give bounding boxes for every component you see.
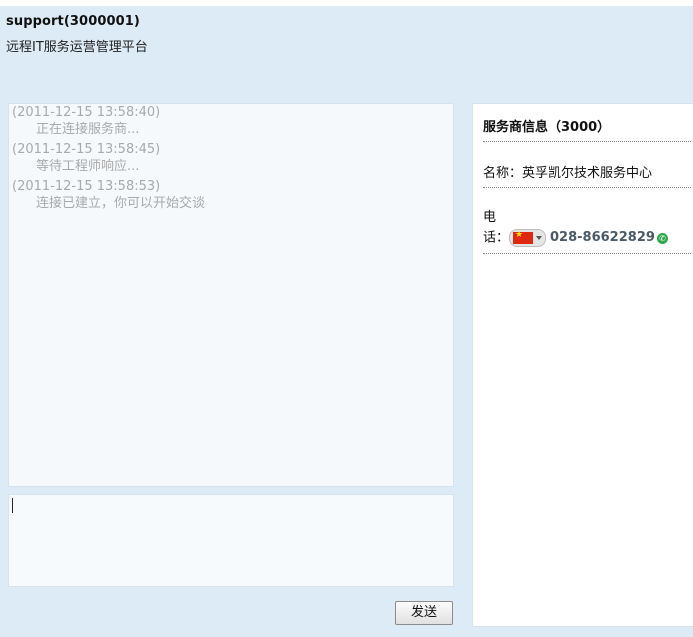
phone-label: 话： [483,230,510,246]
message-text: 等待工程师响应... [36,159,140,174]
phone-label-line1: 电 [483,210,497,225]
message-text: 连接已建立，你可以开始交谈 [36,196,206,211]
message-input[interactable] [8,494,454,587]
message-time: (2011-12-15 13:58:53) [12,179,161,194]
chevron-down-icon [536,236,543,240]
chat-log[interactable]: (2011-12-15 13:58:40) 正在连接服务商... (2011-1… [8,103,454,487]
chat-message: (2011-12-15 13:58:40) 正在连接服务商... [9,104,453,138]
china-flag-icon [513,229,534,244]
country-selector[interactable] [509,229,547,247]
phone-call-icon[interactable]: ✆ [656,232,668,244]
chat-message: (2011-12-15 13:58:53) 连接已建立，你可以开始交谈 [9,178,453,212]
provider-phone-row: 电 话： 028-86622829 ✆ [483,208,691,254]
message-time: (2011-12-15 13:58:40) [12,105,161,120]
text-caret [12,498,13,513]
message-text: 正在连接服务商... [36,122,140,137]
chat-message: (2011-12-15 13:58:45) 等待工程师响应... [9,141,453,175]
provider-info-title: 服务商信息（3000） [483,116,691,142]
phone-widget: 028-86622829 ✆ [509,228,668,248]
platform-subtitle: 远程IT服务运营管理平台 [6,40,148,55]
phone-number: 028-86622829 [550,230,655,245]
send-button[interactable]: 发送 [395,601,453,625]
provider-name-row: 名称：英孚凯尔技术服务中心 [483,162,691,188]
provider-info-panel: 服务商信息（3000） 名称：英孚凯尔技术服务中心 电 话： 028-86622… [472,103,693,627]
message-time: (2011-12-15 13:58:45) [12,142,161,157]
window-title: support(3000001) [6,14,140,29]
